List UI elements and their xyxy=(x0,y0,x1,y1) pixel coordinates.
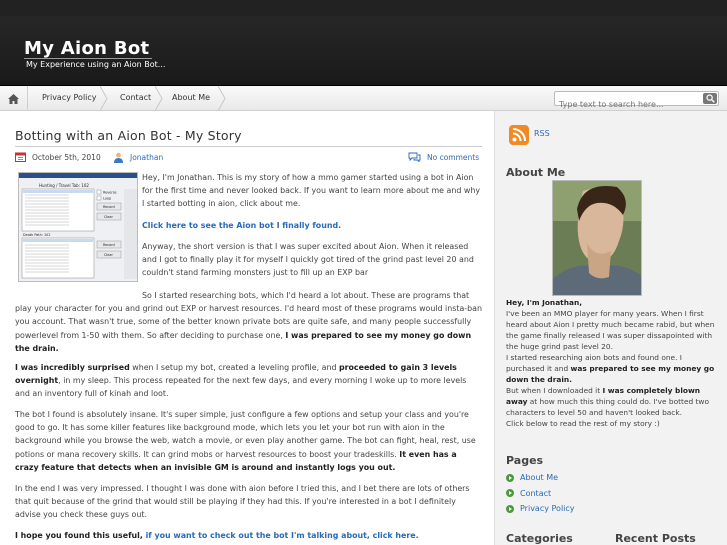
user-icon xyxy=(114,152,123,163)
pages-item-label: About Me xyxy=(520,473,559,483)
nav-separator xyxy=(100,86,108,111)
about-text-3: But when I downloaded it xyxy=(506,386,603,395)
aion-bot-link-1[interactable]: Click here to see the Aion bot I finally… xyxy=(142,221,341,230)
rss-link[interactable]: RSS xyxy=(534,129,550,138)
bot-record-button: Record xyxy=(103,205,115,209)
bot-check-reverse: Reverse xyxy=(103,191,117,195)
post-comments: No comments xyxy=(408,152,479,162)
bot-death-label: Death Path: 102 xyxy=(23,233,50,237)
post-paragraph-features: The bot I found is absolutely insane. It… xyxy=(15,408,482,474)
post-paragraph-conclusion: In the end I was very impressed. I thoug… xyxy=(15,484,470,520)
site-header: My Aion Bot My Experience using an Aion … xyxy=(0,0,727,86)
search-icon xyxy=(705,94,715,103)
bot-screenshot-image[interactable]: Hunting / Travel Tab: 102 Reverse Loop R… xyxy=(18,172,138,282)
calendar-icon xyxy=(15,152,26,162)
bot-record-button-2: Record xyxy=(103,243,115,247)
title-underline xyxy=(15,146,482,147)
post-title[interactable]: Botting with an Aion Bot - My Story xyxy=(15,128,242,143)
comment-icon xyxy=(408,152,421,162)
surprised-text-1: when I setup my bot, created a leveling … xyxy=(129,363,339,372)
bot-clear-button: Clear xyxy=(104,215,113,219)
site-tagline: My Experience using an Aion Bot... xyxy=(26,60,166,69)
title-divider xyxy=(24,58,152,59)
arrow-bullet-icon xyxy=(506,489,514,498)
post-date: October 5th, 2010 xyxy=(15,152,101,162)
arrow-bullet-icon xyxy=(506,504,514,513)
rss-icon[interactable] xyxy=(509,125,529,149)
author-link[interactable]: Jonathan xyxy=(130,153,163,162)
post-paragraph-final: I hope you found this useful, if you wan… xyxy=(15,529,482,542)
final-bold: I hope you found this useful, xyxy=(15,531,146,540)
surprised-bold-1: I was incredibly surprised xyxy=(15,363,130,372)
about-text-5: Click below to read the rest of my story… xyxy=(506,419,660,428)
bot-window-graphic: Hunting / Travel Tab: 102 Reverse Loop R… xyxy=(19,173,137,281)
pages-item-label: Contact xyxy=(520,488,552,498)
arrow-bullet-icon xyxy=(506,473,514,482)
about-name: Hey, I'm Jonathan, xyxy=(506,298,583,307)
search-button[interactable] xyxy=(703,93,717,104)
recent-posts-heading: Recent Posts xyxy=(615,532,696,545)
pages-item-contact[interactable]: Contact xyxy=(506,486,575,502)
search-input[interactable] xyxy=(555,98,697,111)
bot-clear-button-2: Clear xyxy=(104,253,113,257)
surprised-text-2: , in my sleep. This process repeated for… xyxy=(15,376,467,399)
post-paragraph-intro: Hey, I'm Jonathan. This is my story of h… xyxy=(142,173,481,209)
pages-heading: Pages xyxy=(506,454,544,467)
post-author: Jonathan xyxy=(113,152,163,163)
about-me-text: Hey, I'm Jonathan, I've been an MMO play… xyxy=(506,297,716,429)
home-button[interactable] xyxy=(0,86,28,111)
categories-heading: Categories xyxy=(506,532,573,545)
bot-window-title: Hunting / Travel Tab: 102 xyxy=(39,183,89,188)
pages-list: About Me Contact Privacy Policy xyxy=(506,470,575,517)
search-box xyxy=(554,91,719,111)
post-link-paragraph: Click here to see the Aion bot I finally… xyxy=(142,219,482,232)
nav-item-privacy-policy[interactable]: Privacy Policy xyxy=(30,86,109,111)
aion-bot-link-2[interactable]: if you want to check out the bot I'm tal… xyxy=(146,531,419,540)
author-photo xyxy=(552,180,642,296)
post-paragraph-short-version: Anyway, the short version is that I was … xyxy=(142,242,474,278)
comments-link[interactable]: No comments xyxy=(427,153,479,162)
about-text-1: I've been an MMO player for many years. … xyxy=(506,309,715,351)
about-text-4: at how much this thing could do. I've bo… xyxy=(506,397,709,417)
pages-item-label: Privacy Policy xyxy=(520,504,575,514)
nav-item-about-me[interactable]: About Me xyxy=(160,86,222,111)
home-icon xyxy=(8,93,19,104)
bot-check-loop: Loop xyxy=(103,197,111,201)
post-paragraph-research: So I started researching bots, which I'd… xyxy=(15,289,482,355)
site-title[interactable]: My Aion Bot xyxy=(24,38,149,59)
nav-separator xyxy=(218,86,226,111)
post-paragraph-surprised: I was incredibly surprised when I setup … xyxy=(15,361,482,401)
post-date-text: October 5th, 2010 xyxy=(32,152,101,162)
pages-item-about-me[interactable]: About Me xyxy=(506,470,575,486)
pages-item-privacy-policy[interactable]: Privacy Policy xyxy=(506,501,575,517)
about-me-heading: About Me xyxy=(506,166,566,179)
